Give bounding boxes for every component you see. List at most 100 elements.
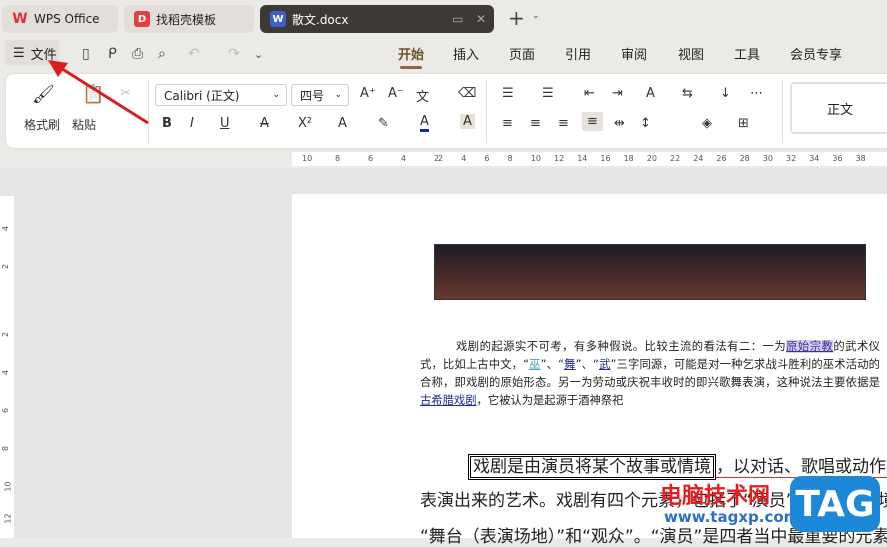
text-direction-icon[interactable]: ⇆ [682,86,693,101]
align-center-icon[interactable]: ≡ [530,116,541,131]
link-wu[interactable]: 巫 [529,358,541,371]
ruler-tick: 36 [832,154,843,163]
ruler-tick: 6 [368,154,374,163]
bullets-icon[interactable]: ☰ [502,86,514,101]
strikethrough-icon[interactable]: A [260,116,269,131]
ruler-tick: 2 [1,331,11,338]
char-shading-icon[interactable]: A [460,114,475,129]
tab-label: WPS Office [34,12,100,26]
vertical-ruler[interactable]: 4 2 2 4 6 8 10 12 [0,196,14,538]
font-size-select[interactable]: 四号 ⌄ [291,84,349,106]
superscript-icon[interactable]: X² [298,116,312,131]
distribute-icon[interactable]: ⇹ [614,116,625,131]
horizontal-ruler[interactable]: 10 8 6 4 2 2 4 6 8 10 12 14 16 18 20 22 24 26 28 30 32 34 36 38 [292,152,887,166]
bold-icon[interactable]: B [162,116,172,131]
style-normal[interactable]: 正文 [790,82,887,134]
ruler-tick: 4 [1,369,11,376]
ruler-tick: 38 [855,154,866,163]
tab-page[interactable]: 页面 [509,44,535,63]
docer-icon: D [134,11,150,27]
underline-icon[interactable]: U [220,116,230,131]
font-family-select[interactable]: Calibri (正文) ⌄ [155,84,287,106]
align-right-icon[interactable]: ≡ [558,116,569,131]
ruler-tick: 2 [438,154,444,163]
phonetic-icon[interactable]: 文 [416,86,429,105]
numbering-icon[interactable]: ☰ [542,86,554,101]
highlight-icon[interactable]: ✎ [378,116,389,131]
borders-icon[interactable]: ⊞ [738,116,749,131]
clear-format-icon[interactable]: ⌫ [458,86,476,101]
ruler-tick: 8 [1,445,11,452]
ruler-tick: 28 [739,154,750,163]
font-color-icon[interactable]: A [420,114,429,132]
shading-icon[interactable]: ◈ [702,116,712,131]
close-icon[interactable]: ✕ [476,12,486,26]
tab-wps-office[interactable]: W WPS Office [2,5,118,33]
boxed-text[interactable]: 戏剧是由演员将某个故事或情境 [468,454,716,480]
text-effect-icon[interactable]: A [338,116,347,131]
annotation-arrow [48,60,149,125]
new-tab-icon[interactable]: + [508,6,525,30]
word-doc-icon: W [270,11,286,27]
document-image[interactable] [434,244,866,300]
tab-home[interactable]: 开始 [398,44,424,69]
ruler-tick: 32 [786,154,797,163]
menu-icon: ☰ [13,45,25,61]
watermark-site: 电脑技术网 [660,484,771,509]
tab-review[interactable]: 审阅 [621,44,647,63]
more-chevron-icon[interactable]: ⌄ [254,48,263,61]
tab-view[interactable]: 视图 [678,44,704,63]
ruler-tick: 8 [507,154,513,163]
decrease-indent-icon[interactable]: ⇤ [584,86,595,101]
monitor-icon[interactable]: ▭ [452,12,463,26]
watermark-url: www.tagxp.com [664,508,800,526]
ruler-tick: 2 [1,263,11,270]
tab-tools[interactable]: 工具 [734,44,760,63]
ruler-tick: 16 [600,154,611,163]
align-left-icon[interactable]: ≡ [502,116,513,131]
link-greek-drama[interactable]: 古希腊戏剧 [420,394,477,407]
ruler-tick: 20 [646,154,657,163]
tab-document[interactable]: W 散文.docx ▭ ✕ [260,5,494,33]
ruler-tick: 10 [3,481,13,492]
ruler-tick: 12 [3,513,13,524]
link-primitive-religion[interactable]: 原始宗教 [786,340,834,353]
show-marks-icon[interactable]: ⋯ [750,86,763,101]
tab-docer[interactable]: D 找稻壳模板 [124,5,254,33]
shrink-font-icon[interactable]: A⁻ [388,86,404,101]
tab-references[interactable]: 引用 [565,44,591,63]
chevron-down-icon[interactable]: ⌄ [532,11,540,21]
ruler-tick: 12 [554,154,565,163]
ruler-tick: 4 [1,225,11,232]
undo-icon[interactable]: ↶ [188,46,200,62]
ruler-tick: 10 [302,154,313,163]
ruler-tick: 4 [401,154,407,163]
paragraph-origin: 戏剧的起源实不可考，有多种假说。比较主流的看法有二：一为原始宗教的武术仪式，比如… [420,340,880,407]
tab-member[interactable]: 会员专享 [790,44,842,63]
ruler-tick: 6 [1,407,11,414]
ruler-tick: 22 [670,154,681,163]
grow-font-icon[interactable]: A⁺ [360,86,376,101]
tab-label: 找稻壳模板 [156,12,217,27]
italic-icon[interactable]: I [190,116,194,131]
ruler-tick: 10 [530,154,541,163]
wps-logo-icon: W [12,11,28,27]
ruler-tick: 24 [693,154,704,163]
sort-icon[interactable]: ↓ [720,86,731,101]
size-value: 四号 [300,88,325,103]
char-spacing-icon[interactable]: A [646,86,655,101]
link-martial[interactable]: 武 [599,358,611,371]
ruler-tick: 8 [335,154,341,163]
increase-indent-icon[interactable]: ⇥ [612,86,623,101]
tab-label: 散文.docx [292,12,349,27]
link-dance[interactable]: 舞 [564,358,576,371]
style-label: 正文 [826,102,853,118]
tab-insert[interactable]: 插入 [453,44,479,63]
ruler-tick: 14 [577,154,588,163]
line-spacing-icon[interactable]: ↕ [640,116,651,131]
justify-icon[interactable]: ≡ [582,112,603,131]
ruler-tick: 34 [809,154,820,163]
ruler-tick: 26 [716,154,727,163]
ruler-tick: 6 [484,154,490,163]
redo-icon[interactable]: ↷ [228,46,240,62]
